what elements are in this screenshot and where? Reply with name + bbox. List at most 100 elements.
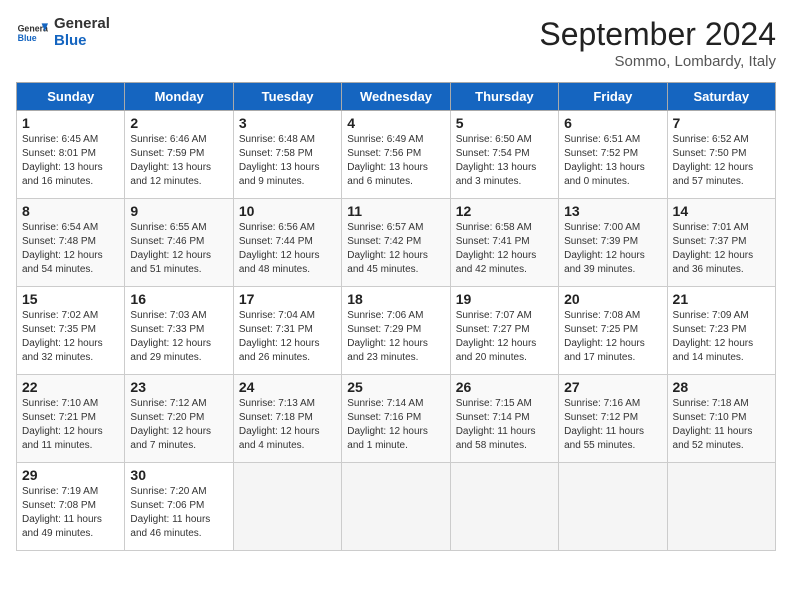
cell-info: Sunrise: 7:13 AMSunset: 7:18 PMDaylight:… <box>239 397 336 453</box>
calendar-cell: 18 Sunrise: 7:06 AMSunset: 7:29 PMDayligh… <box>342 287 450 375</box>
day-number: 20 <box>564 291 661 307</box>
calendar-cell: 3 Sunrise: 6:48 AMSunset: 7:58 PMDaylight… <box>233 111 341 199</box>
cell-info: Sunrise: 7:06 AMSunset: 7:29 PMDaylight:… <box>347 309 444 365</box>
days-header-row: SundayMondayTuesdayWednesdayThursdayFrid… <box>17 83 776 111</box>
day-number: 21 <box>673 291 770 307</box>
cell-info: Sunrise: 6:48 AMSunset: 7:58 PMDaylight:… <box>239 133 336 189</box>
cell-info: Sunrise: 7:01 AMSunset: 7:37 PMDaylight:… <box>673 221 770 277</box>
calendar-cell: 7 Sunrise: 6:52 AMSunset: 7:50 PMDaylight… <box>667 111 775 199</box>
day-number: 8 <box>22 203 119 219</box>
calendar-cell: 6 Sunrise: 6:51 AMSunset: 7:52 PMDaylight… <box>559 111 667 199</box>
calendar-cell <box>450 463 558 551</box>
calendar-cell: 21 Sunrise: 7:09 AMSunset: 7:23 PMDayligh… <box>667 287 775 375</box>
calendar-cell: 30Sunrise: 7:20 AMSunset: 7:06 PMDayligh… <box>125 463 233 551</box>
calendar-cell <box>342 463 450 551</box>
day-number: 13 <box>564 203 661 219</box>
calendar-cell: 23 Sunrise: 7:12 AMSunset: 7:20 PMDayligh… <box>125 375 233 463</box>
day-number: 4 <box>347 115 444 131</box>
day-header-wednesday: Wednesday <box>342 83 450 111</box>
day-number: 27 <box>564 379 661 395</box>
header: General Blue General Blue September 2024… <box>16 16 776 70</box>
title-area: September 2024 Sommo, Lombardy, Italy <box>539 16 776 70</box>
day-number: 9 <box>130 203 227 219</box>
calendar-cell <box>667 463 775 551</box>
calendar-cell: 10Sunrise: 6:56 AMSunset: 7:44 PMDayligh… <box>233 199 341 287</box>
day-number: 26 <box>456 379 553 395</box>
cell-info: Sunrise: 6:52 AMSunset: 7:50 PMDaylight:… <box>673 133 770 189</box>
cell-info: Sunrise: 7:14 AMSunset: 7:16 PMDaylight:… <box>347 397 444 453</box>
day-number: 2 <box>130 115 227 131</box>
cell-info: Sunrise: 6:45 AMSunset: 8:01 PMDaylight:… <box>22 133 119 189</box>
logo: General Blue General Blue <box>16 16 110 49</box>
calendar-body: 1 Sunrise: 6:45 AMSunset: 8:01 PMDaylight… <box>17 111 776 551</box>
logo-icon: General Blue <box>16 17 48 49</box>
cell-info: Sunrise: 7:07 AMSunset: 7:27 PMDaylight:… <box>456 309 553 365</box>
calendar-cell: 29 Sunrise: 7:19 AMSunset: 7:08 PMDayligh… <box>17 463 125 551</box>
calendar-cell: 27 Sunrise: 7:16 AMSunset: 7:12 PMDayligh… <box>559 375 667 463</box>
calendar-cell: 15 Sunrise: 7:02 AMSunset: 7:35 PMDayligh… <box>17 287 125 375</box>
day-number: 24 <box>239 379 336 395</box>
cell-info: Sunrise: 7:02 AMSunset: 7:35 PMDaylight:… <box>22 309 119 365</box>
day-number: 15 <box>22 291 119 307</box>
day-number: 19 <box>456 291 553 307</box>
day-number: 23 <box>130 379 227 395</box>
day-number: 14 <box>673 203 770 219</box>
calendar-cell: 8Sunrise: 6:54 AMSunset: 7:48 PMDaylight… <box>17 199 125 287</box>
calendar-cell: 5 Sunrise: 6:50 AMSunset: 7:54 PMDaylight… <box>450 111 558 199</box>
day-number: 6 <box>564 115 661 131</box>
logo-blue: Blue <box>54 33 110 50</box>
day-number: 16 <box>130 291 227 307</box>
cell-info: Sunrise: 6:49 AMSunset: 7:56 PMDaylight:… <box>347 133 444 189</box>
day-number: 22 <box>22 379 119 395</box>
cell-info: Sunrise: 7:08 AMSunset: 7:25 PMDaylight:… <box>564 309 661 365</box>
day-number: 12 <box>456 203 553 219</box>
calendar-cell: 26 Sunrise: 7:15 AMSunset: 7:14 PMDayligh… <box>450 375 558 463</box>
day-number: 1 <box>22 115 119 131</box>
day-header-thursday: Thursday <box>450 83 558 111</box>
calendar-cell: 24 Sunrise: 7:13 AMSunset: 7:18 PMDayligh… <box>233 375 341 463</box>
cell-info: Sunrise: 6:50 AMSunset: 7:54 PMDaylight:… <box>456 133 553 189</box>
day-number: 7 <box>673 115 770 131</box>
calendar-cell: 22 Sunrise: 7:10 AMSunset: 7:21 PMDayligh… <box>17 375 125 463</box>
cell-info: Sunrise: 7:10 AMSunset: 7:21 PMDaylight:… <box>22 397 119 453</box>
calendar-cell: 20 Sunrise: 7:08 AMSunset: 7:25 PMDayligh… <box>559 287 667 375</box>
day-number: 29 <box>22 467 119 483</box>
calendar-cell: 1 Sunrise: 6:45 AMSunset: 8:01 PMDaylight… <box>17 111 125 199</box>
cell-info: Sunrise: 7:12 AMSunset: 7:20 PMDaylight:… <box>130 397 227 453</box>
calendar-cell: 19 Sunrise: 7:07 AMSunset: 7:27 PMDayligh… <box>450 287 558 375</box>
cell-info: Sunrise: 7:18 AMSunset: 7:10 PMDaylight:… <box>673 397 770 453</box>
calendar-cell: 28Sunrise: 7:18 AMSunset: 7:10 PMDayligh… <box>667 375 775 463</box>
day-header-sunday: Sunday <box>17 83 125 111</box>
cell-info: Sunrise: 6:55 AMSunset: 7:46 PMDaylight:… <box>130 221 227 277</box>
day-header-friday: Friday <box>559 83 667 111</box>
cell-info: Sunrise: 7:20 AMSunset: 7:06 PMDaylight:… <box>130 485 227 541</box>
calendar-cell: 13 Sunrise: 7:00 AMSunset: 7:39 PMDayligh… <box>559 199 667 287</box>
logo-general: General <box>54 16 110 33</box>
cell-info: Sunrise: 6:56 AMSunset: 7:44 PMDaylight:… <box>239 221 336 277</box>
day-header-tuesday: Tuesday <box>233 83 341 111</box>
calendar-cell: 17Sunrise: 7:04 AMSunset: 7:31 PMDayligh… <box>233 287 341 375</box>
day-header-saturday: Saturday <box>667 83 775 111</box>
day-number: 3 <box>239 115 336 131</box>
calendar-week-3: 15 Sunrise: 7:02 AMSunset: 7:35 PMDayligh… <box>17 287 776 375</box>
location-subtitle: Sommo, Lombardy, Italy <box>539 53 776 70</box>
cell-info: Sunrise: 7:00 AMSunset: 7:39 PMDaylight:… <box>564 221 661 277</box>
cell-info: Sunrise: 6:46 AMSunset: 7:59 PMDaylight:… <box>130 133 227 189</box>
calendar-week-1: 1 Sunrise: 6:45 AMSunset: 8:01 PMDaylight… <box>17 111 776 199</box>
calendar-table: SundayMondayTuesdayWednesdayThursdayFrid… <box>16 82 776 551</box>
day-number: 5 <box>456 115 553 131</box>
day-number: 25 <box>347 379 444 395</box>
cell-info: Sunrise: 6:51 AMSunset: 7:52 PMDaylight:… <box>564 133 661 189</box>
calendar-cell <box>559 463 667 551</box>
cell-info: Sunrise: 7:09 AMSunset: 7:23 PMDaylight:… <box>673 309 770 365</box>
cell-info: Sunrise: 7:19 AMSunset: 7:08 PMDaylight:… <box>22 485 119 541</box>
month-title: September 2024 <box>539 16 776 53</box>
calendar-cell: 2 Sunrise: 6:46 AMSunset: 7:59 PMDaylight… <box>125 111 233 199</box>
day-number: 18 <box>347 291 444 307</box>
calendar-week-4: 22 Sunrise: 7:10 AMSunset: 7:21 PMDayligh… <box>17 375 776 463</box>
day-number: 11 <box>347 203 444 219</box>
cell-info: Sunrise: 7:16 AMSunset: 7:12 PMDaylight:… <box>564 397 661 453</box>
cell-info: Sunrise: 7:15 AMSunset: 7:14 PMDaylight:… <box>456 397 553 453</box>
calendar-cell: 9 Sunrise: 6:55 AMSunset: 7:46 PMDaylight… <box>125 199 233 287</box>
cell-info: Sunrise: 7:03 AMSunset: 7:33 PMDaylight:… <box>130 309 227 365</box>
